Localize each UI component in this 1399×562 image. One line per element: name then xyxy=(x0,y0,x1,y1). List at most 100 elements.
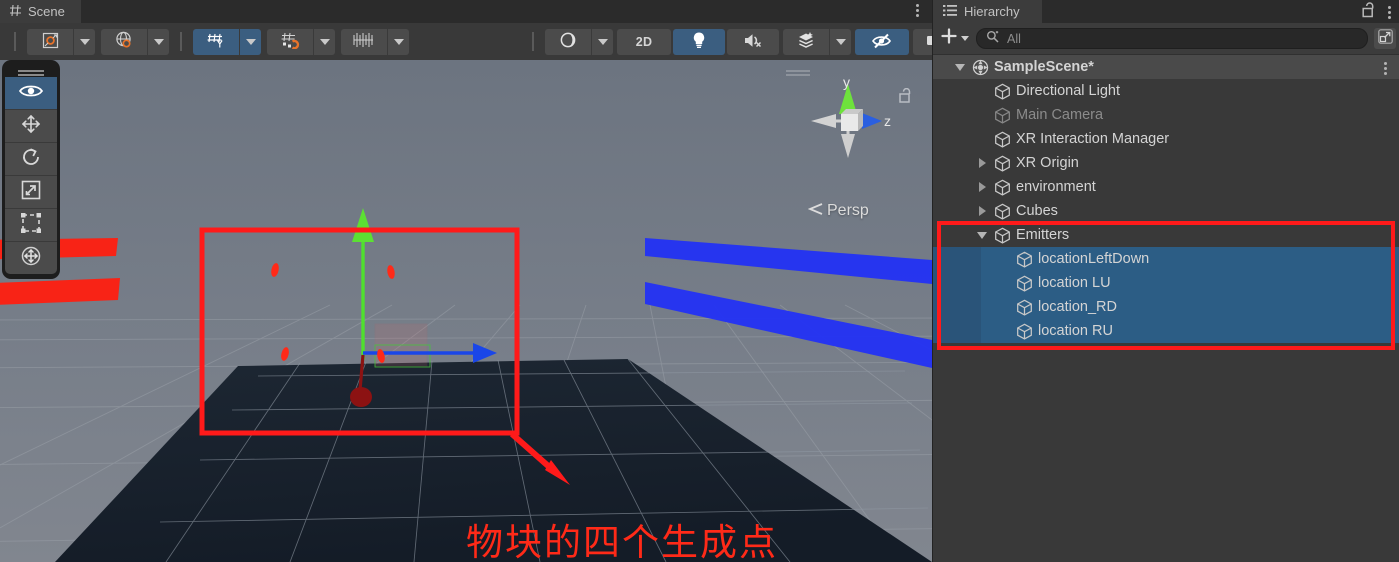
hierarchy-row[interactable]: locationLeftDown xyxy=(933,247,1399,271)
hierarchy-panel: Hierarchy All SampleScene* Directional L… xyxy=(932,0,1399,562)
hierarchy-tree[interactable]: SampleScene* Directional Light Main Camera… xyxy=(933,55,1399,562)
lighting-toggle-button[interactable] xyxy=(673,28,725,55)
grid-snap-dropdown-caret-icon[interactable] xyxy=(313,28,335,55)
transform-tool-button[interactable] xyxy=(5,242,57,274)
lock-open-icon[interactable] xyxy=(899,87,912,108)
hierarchy-row[interactable]: location LU xyxy=(933,271,1399,295)
gizmo-projection-label-row[interactable]: Persp xyxy=(807,202,869,220)
effects-button-group xyxy=(783,28,851,55)
toolbar-separator xyxy=(14,32,16,51)
scale-icon xyxy=(19,178,43,207)
toolbar-separator-3 xyxy=(532,32,534,51)
plus-icon xyxy=(940,27,958,50)
scale-tool-button[interactable] xyxy=(5,176,57,209)
move-arrows-icon xyxy=(19,112,43,141)
snap-increment-dropdown-caret-icon[interactable] xyxy=(387,28,409,55)
hierarchy-row[interactable]: location_RD xyxy=(933,295,1399,319)
handle-space-dropdown-caret-icon[interactable] xyxy=(147,28,169,55)
rotate-tool-button[interactable] xyxy=(5,143,57,176)
search-input[interactable] xyxy=(1005,30,1358,47)
hierarchy-row[interactable]: Emitters xyxy=(933,223,1399,247)
light-bulb-icon xyxy=(691,31,707,52)
chevron-down-icon[interactable] xyxy=(975,223,989,247)
pivot-center-icon xyxy=(42,32,59,52)
hierarchy-row[interactable]: XR Interaction Manager xyxy=(933,127,1399,151)
hierarchy-search-field[interactable] xyxy=(976,28,1368,49)
hierarchy-row[interactable]: Directional Light xyxy=(933,79,1399,103)
scene-options-kebab-icon[interactable] xyxy=(913,2,922,19)
global-local-button[interactable] xyxy=(101,28,147,55)
view-tool-button[interactable] xyxy=(5,77,57,110)
hierarchy-row-label: location RU xyxy=(1038,323,1113,339)
gameobject-cube-icon xyxy=(994,155,1011,172)
create-dropdown-caret-icon[interactable] xyxy=(961,36,969,41)
shading-mode-icon xyxy=(559,31,577,52)
hierarchy-row-label: Directional Light xyxy=(1016,83,1120,99)
twisty-empty xyxy=(997,295,1011,319)
palette-drag-handle[interactable] xyxy=(5,64,57,77)
audio-toggle-button[interactable] xyxy=(727,28,779,55)
hierarchy-row[interactable]: Main Camera xyxy=(933,103,1399,127)
lock-open-icon[interactable] xyxy=(1362,2,1375,23)
gameobject-cube-icon xyxy=(1016,323,1033,340)
snap-increment-button[interactable] xyxy=(341,28,387,55)
gizmo-y-axis-label: y xyxy=(843,74,850,90)
shading-mode-button[interactable] xyxy=(545,28,591,55)
grid-axis-button[interactable] xyxy=(193,28,239,55)
gameobject-cube-icon xyxy=(994,107,1011,124)
hierarchy-row-label: Emitters xyxy=(1016,227,1070,243)
hierarchy-list-icon xyxy=(943,4,957,20)
chevron-right-icon[interactable] xyxy=(975,199,989,223)
create-gameobject-button[interactable] xyxy=(937,27,972,50)
pivot-center-button[interactable] xyxy=(27,28,73,55)
effects-button[interactable] xyxy=(783,28,829,55)
scene-tool-palette xyxy=(2,60,60,279)
camera-button-group xyxy=(913,28,932,55)
gameobject-cube-icon xyxy=(1016,299,1033,316)
hierarchy-row[interactable]: location RU xyxy=(933,319,1399,343)
hierarchy-toolbar xyxy=(933,23,1399,55)
eye-hidden-icon xyxy=(871,32,893,52)
twisty-empty xyxy=(975,79,989,103)
eye-icon xyxy=(18,83,44,104)
visibility-toggle-button[interactable] xyxy=(855,28,909,55)
tab-hierarchy[interactable]: Hierarchy xyxy=(933,0,1042,23)
hierarchy-row-label: Main Camera xyxy=(1016,107,1104,123)
gameobject-cube-icon xyxy=(1016,275,1033,292)
hierarchy-row[interactable]: XR Origin xyxy=(933,151,1399,175)
tab-hierarchy-label: Hierarchy xyxy=(964,4,1020,19)
scene-camera-button[interactable] xyxy=(913,28,932,55)
snap-increment-icon xyxy=(353,32,375,51)
chevron-right-icon[interactable] xyxy=(975,151,989,175)
audio-mute-icon xyxy=(743,32,763,52)
grid-y-axis-icon xyxy=(207,31,226,52)
left-arrow-icon xyxy=(807,202,824,220)
tab-scene[interactable]: Scene xyxy=(0,0,81,23)
chevron-down-icon[interactable] xyxy=(953,55,967,79)
move-tool-button[interactable] xyxy=(5,110,57,143)
hierarchy-tabbar: Hierarchy xyxy=(933,0,1399,23)
hierarchy-row-label: XR Origin xyxy=(1016,155,1079,171)
popout-window-button[interactable] xyxy=(1374,28,1396,49)
hierarchy-row[interactable]: SampleScene* xyxy=(933,55,1399,79)
hierarchy-menu-kebab-icon[interactable] xyxy=(1385,4,1394,21)
gameobject-cube-icon xyxy=(994,203,1011,220)
tab-scene-label: Scene xyxy=(28,4,65,19)
hierarchy-row[interactable]: environment xyxy=(933,175,1399,199)
grid-snap-button[interactable] xyxy=(267,28,313,55)
hierarchy-row[interactable]: Cubes xyxy=(933,199,1399,223)
pivot-dropdown-caret-icon[interactable] xyxy=(73,28,95,55)
chevron-right-icon[interactable] xyxy=(975,175,989,199)
hierarchy-row-label: XR Interaction Manager xyxy=(1016,131,1170,147)
annotation-text: 物块的四个生成点 xyxy=(466,521,778,562)
gizmo-z-axis-label: z xyxy=(884,113,891,129)
rect-tool-button[interactable] xyxy=(5,209,57,242)
row-menu-kebab-icon[interactable] xyxy=(1381,60,1390,77)
shading-dropdown-caret-icon[interactable] xyxy=(591,28,613,55)
search-icon xyxy=(986,30,999,48)
scene-orientation-gizmo[interactable]: y z xyxy=(786,66,916,176)
twisty-empty xyxy=(997,319,1011,343)
effects-dropdown-caret-icon[interactable] xyxy=(829,28,851,55)
view-2d-button[interactable]: 2D xyxy=(617,28,671,55)
grid-axis-dropdown-caret-icon[interactable] xyxy=(239,28,261,55)
